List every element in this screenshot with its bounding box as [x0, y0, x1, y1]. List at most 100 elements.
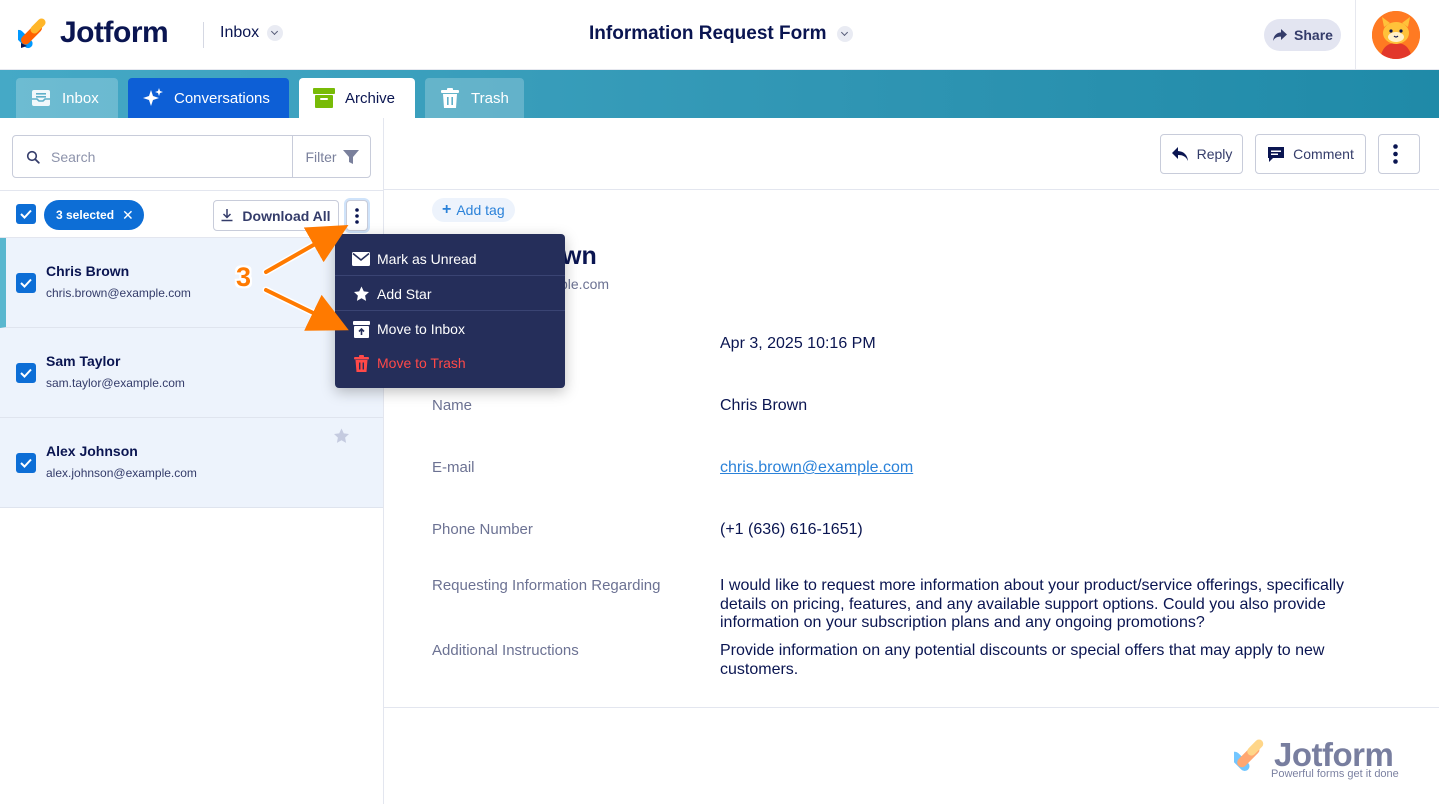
plus-icon: +	[442, 201, 452, 218]
chevron-down-icon	[267, 25, 284, 41]
form-title: Information Request Form	[589, 23, 827, 44]
list-item[interactable]: Chris Brown chris.brown@example.com	[0, 238, 383, 328]
field-value-phone: (+1 (636) 616-1651)	[720, 521, 863, 538]
download-all-button[interactable]: Download All	[213, 200, 339, 231]
field-label-additional-instructions: Additional Instructions	[432, 642, 579, 659]
menu-item-mark-unread[interactable]: Mark as Unread	[335, 242, 565, 276]
field-value-name: Chris Brown	[720, 397, 808, 414]
list-item[interactable]: Alex Johnson alex.johnson@example.com	[0, 418, 383, 508]
item-checkbox[interactable]	[16, 273, 36, 293]
item-email: sam.taylor@example.com	[46, 376, 185, 390]
add-tag-label: Add tag	[456, 202, 505, 218]
submission-list-panel: Filter 3 selected ✕ Download All Chris B…	[0, 118, 384, 804]
inbox-dropdown-label: Inbox	[220, 24, 260, 41]
star-icon	[351, 284, 371, 304]
menu-item-add-star[interactable]: Add Star	[335, 277, 565, 311]
tab-archive[interactable]: Archive	[299, 78, 415, 118]
selected-count-badge[interactable]: 3 selected ✕	[44, 200, 144, 230]
item-checkbox[interactable]	[16, 363, 36, 383]
inbox-icon	[30, 87, 52, 109]
content-divider	[384, 707, 1439, 708]
add-tag-button[interactable]: + Add tag	[432, 198, 515, 222]
watermark-tagline: Powerful forms get it done	[1271, 768, 1399, 780]
field-label-requesting-info: Requesting Information Regarding	[432, 577, 661, 594]
star-icon[interactable]	[333, 428, 350, 444]
menu-item-move-to-inbox[interactable]: Move to Inbox	[335, 312, 565, 346]
detail-toolbar: Reply Comment	[384, 118, 1439, 190]
download-icon	[221, 209, 233, 222]
tab-trash[interactable]: Trash	[425, 78, 524, 118]
reply-arrow-icon	[1171, 147, 1188, 161]
jotform-logo-icon	[18, 18, 46, 49]
reply-button[interactable]: Reply	[1160, 134, 1243, 174]
tab-inbox[interactable]: Inbox	[16, 78, 118, 118]
download-all-label: Download All	[242, 207, 331, 224]
share-arrow-icon	[1273, 29, 1288, 41]
tab-label: Trash	[471, 89, 509, 107]
tab-bar: Inbox Conversations Archive Trash	[0, 70, 1439, 118]
kebab-menu-icon	[1392, 144, 1398, 164]
tab-label: Inbox	[62, 89, 99, 107]
chevron-down-icon	[836, 26, 853, 42]
tab-conversations[interactable]: Conversations	[128, 78, 289, 118]
menu-item-label: Move to Trash	[377, 355, 466, 371]
header-divider	[1355, 0, 1356, 70]
submission-detail-panel: Reply Comment + Add tag wn ple.com Apr 3…	[384, 118, 1439, 804]
more-options-button[interactable]	[346, 200, 368, 231]
filter-button[interactable]: Filter	[292, 136, 371, 177]
trash-icon	[439, 87, 461, 109]
clear-selection-icon[interactable]: ✕	[122, 207, 134, 224]
archive-icon	[313, 87, 335, 109]
search-icon	[26, 150, 40, 164]
jotform-logo[interactable]: Jotform	[18, 16, 169, 50]
field-label-email: E-mail	[432, 459, 475, 476]
tab-label: Archive	[345, 89, 396, 107]
menu-item-label: Move to Inbox	[377, 321, 465, 337]
comment-label: Comment	[1293, 146, 1354, 162]
menu-item-label: Add Star	[377, 285, 432, 302]
top-header: Jotform Inbox Information Request Form S…	[0, 0, 1439, 70]
search-input[interactable]	[51, 147, 291, 167]
trash-icon	[351, 353, 371, 373]
list-item[interactable]: Sam Taylor sam.taylor@example.com	[0, 328, 383, 418]
select-all-checkbox[interactable]	[16, 204, 36, 224]
share-button[interactable]: Share	[1264, 19, 1341, 51]
field-value-additional-instructions: Provide information on any potential dis…	[720, 642, 1325, 678]
field-value-email-container: chris.brown@example.com	[720, 459, 1380, 478]
submission-email-subheading: ple.com	[560, 276, 610, 292]
form-title-dropdown[interactable]: Information Request Form	[589, 23, 853, 45]
list-toolbar: 3 selected ✕ Download All	[0, 190, 383, 238]
bulk-actions-menu: Mark as Unread Add Star Move to Inbox Mo…	[335, 234, 565, 388]
field-label-name: Name	[432, 397, 473, 414]
item-email: chris.brown@example.com	[46, 286, 191, 300]
search-box: Filter	[12, 135, 371, 178]
menu-item-label: Mark as Unread	[377, 250, 477, 267]
envelope-icon	[351, 249, 371, 269]
filter-funnel-icon	[342, 149, 359, 164]
item-name: Alex Johnson	[46, 443, 138, 459]
avatar-illustration	[1372, 11, 1420, 59]
kebab-menu-icon	[355, 207, 359, 224]
checkmark-icon	[20, 278, 32, 288]
brand-name: Jotform	[60, 16, 169, 49]
user-avatar[interactable]	[1372, 11, 1420, 59]
checkmark-icon	[20, 368, 32, 378]
menu-item-move-to-trash[interactable]: Move to Trash	[335, 346, 565, 380]
share-label: Share	[1294, 27, 1333, 43]
jotform-watermark: Jotform Powerful forms get it done	[1230, 736, 1399, 780]
submission-date-value: Apr 3, 2025 10:16 PM	[720, 335, 876, 352]
item-checkbox[interactable]	[16, 453, 36, 473]
submission-name-heading: wn	[562, 242, 597, 270]
comment-button[interactable]: Comment	[1255, 134, 1366, 174]
sparkle-icon	[142, 87, 164, 109]
checkmark-icon	[20, 458, 32, 468]
item-name: Chris Brown	[46, 263, 130, 279]
item-email: alex.johnson@example.com	[46, 466, 197, 480]
detail-more-options-button[interactable]	[1378, 134, 1420, 174]
annotation-step-number: 3	[236, 262, 252, 292]
jotform-logo-icon	[1230, 739, 1264, 772]
tab-label: Conversations	[174, 89, 270, 107]
reply-label: Reply	[1196, 146, 1233, 162]
email-link[interactable]: chris.brown@example.com	[720, 459, 913, 476]
inbox-dropdown[interactable]: Inbox	[220, 24, 284, 42]
